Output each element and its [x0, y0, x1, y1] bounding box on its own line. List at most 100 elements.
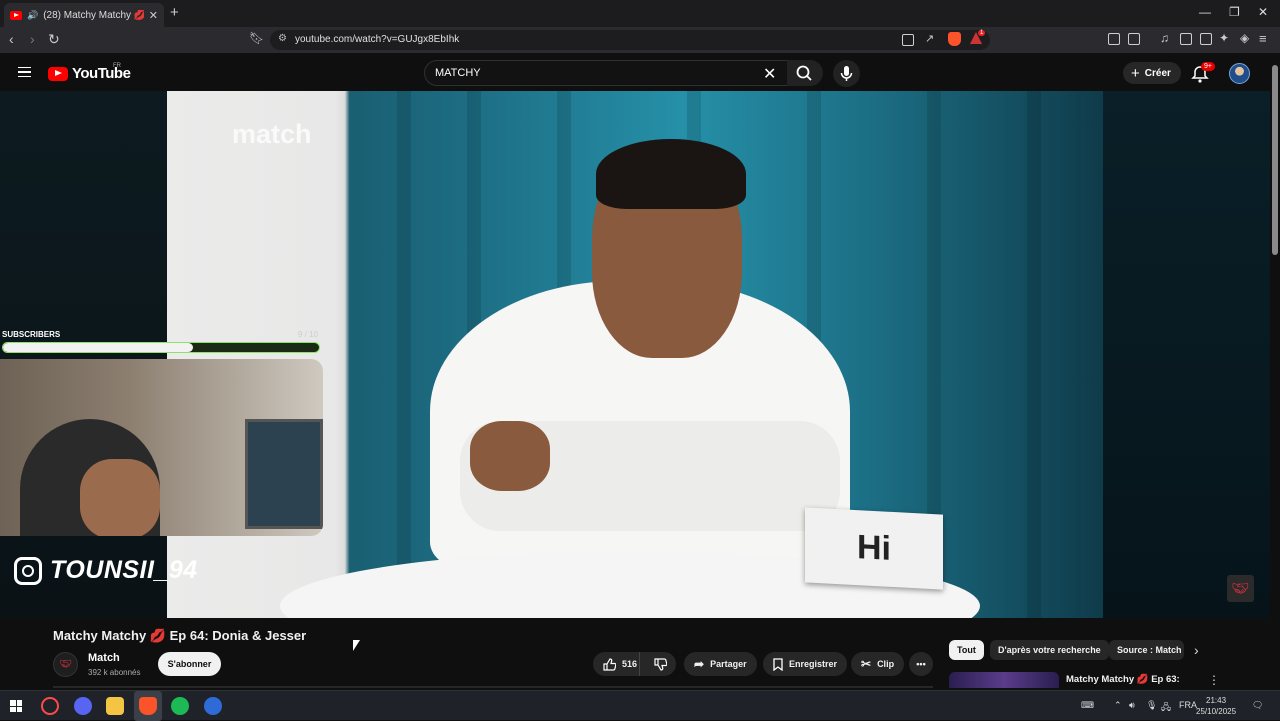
recommendation-thumbnail[interactable]: [949, 672, 1059, 688]
recommendation-menu-icon[interactable]: ⋮: [1208, 673, 1220, 687]
leo-ai-icon[interactable]: ✦: [1219, 31, 1229, 45]
like-button[interactable]: 516: [593, 652, 640, 676]
hamburger-menu-icon[interactable]: [18, 67, 31, 77]
browser-toolbar: ‹ › ↻ 🔖︎ ⚙︎ youtube.com/watch?v=GUJgx8Eb…: [0, 27, 1280, 53]
site-settings-icon[interactable]: ⚙︎: [278, 33, 287, 44]
menu-icon[interactable]: ≡: [1259, 31, 1267, 46]
speaker-icon: 🔊: [27, 9, 39, 20]
back-icon[interactable]: ‹: [9, 31, 14, 47]
keyboard-icon[interactable]: ⌨: [1081, 700, 1094, 711]
scrollbar-thumb[interactable]: [1272, 65, 1278, 255]
recommendation-title[interactable]: Matchy Matchy 💋 Ep 63: Mayssa & Nour: [1066, 673, 1186, 688]
clock-time: 21:43: [1206, 696, 1227, 705]
subscribers-progress-bar: [2, 342, 320, 353]
clock-date: 25/10/2025: [1196, 707, 1237, 716]
country-code: FR: [113, 63, 121, 69]
channel-subscribers: 392 k abonnés: [88, 668, 141, 677]
video-watermark: match: [232, 119, 312, 149]
close-window-button[interactable]: ✕: [1258, 5, 1268, 19]
webcam-face: [80, 459, 160, 536]
discord-icon[interactable]: [74, 697, 92, 715]
share-button[interactable]: ➦ Partager: [684, 652, 757, 676]
brave-shields-icon[interactable]: [948, 32, 961, 46]
channel-avatar[interactable]: 🤝︎: [53, 652, 78, 677]
browser-tab[interactable]: 🔊 (28) Matchy Matchy 💋 Ep 64: Donia & Je…: [4, 3, 164, 27]
crypto-wallet-icon[interactable]: [1200, 33, 1212, 45]
cast-icon[interactable]: [902, 34, 914, 46]
chip-from-search[interactable]: D'après votre recherche: [990, 640, 1109, 660]
mic-tray-icon[interactable]: 🎙︎: [1146, 700, 1157, 711]
user-avatar[interactable]: [1229, 63, 1250, 84]
create-label: Créer: [1144, 67, 1171, 79]
create-button[interactable]: + Créer: [1123, 62, 1181, 84]
media-icon[interactable]: ♫: [1160, 31, 1169, 45]
streamer-webcam: [0, 359, 323, 536]
search-input[interactable]: MATCHY ✕: [424, 60, 788, 86]
table-card: Hi: [805, 507, 943, 590]
brave-browser-icon[interactable]: [139, 697, 157, 715]
page-scrollbar[interactable]: [1270, 53, 1280, 688]
lips-emoji: 💋: [149, 628, 167, 643]
person-hair: [596, 139, 746, 209]
instagram-overlay: TOUNSII_94: [14, 556, 198, 585]
save-button[interactable]: Enregistrer: [763, 652, 848, 676]
voice-search-button[interactable]: [833, 60, 860, 87]
video-title-suffix: Ep 64: Donia & Jesser: [169, 628, 307, 643]
vpn-icon[interactable]: ◈: [1240, 31, 1249, 45]
windows-start-icon[interactable]: [10, 700, 22, 712]
share-icon[interactable]: ↗: [925, 32, 934, 45]
channel-name[interactable]: Match: [88, 652, 120, 664]
app-icon-blue[interactable]: [204, 697, 222, 715]
more-actions-button[interactable]: •••: [909, 652, 933, 676]
clip-button[interactable]: ✂ Clip: [851, 652, 905, 676]
save-bookmark-icon: [773, 657, 783, 671]
dislike-button[interactable]: [646, 657, 676, 671]
minimize-button[interactable]: —: [1199, 5, 1211, 19]
bookmark-icon[interactable]: 🔖︎: [249, 31, 264, 45]
thumbs-up-icon: [603, 657, 616, 671]
share-arrow-icon: ➦: [694, 657, 705, 671]
youtube-favicon-icon: [10, 10, 22, 20]
plus-icon: +: [1131, 64, 1140, 82]
thumbs-down-icon: [654, 657, 668, 671]
close-tab-icon[interactable]: ✕: [149, 9, 158, 22]
reload-icon[interactable]: ↻: [48, 31, 60, 48]
mouse-cursor-icon: [353, 640, 360, 651]
subscribers-count: 9 / 10: [297, 330, 318, 339]
search-icon: [796, 65, 812, 81]
spotify-icon[interactable]: [171, 697, 189, 715]
address-bar[interactable]: ⚙︎ youtube.com/watch?v=GUJgx8EbIhk ↗ 1: [270, 30, 990, 50]
file-explorer-icon[interactable]: [106, 697, 124, 715]
forward-icon[interactable]: ›: [30, 31, 35, 47]
new-tab-button[interactable]: +: [170, 4, 179, 21]
subscribe-button[interactable]: S'abonner: [158, 652, 221, 676]
sidebar-icon[interactable]: [1180, 33, 1192, 45]
microphone-icon: [840, 66, 853, 81]
search-value: MATCHY: [435, 67, 481, 79]
url-text: youtube.com/watch?v=GUJgx8EbIhk: [295, 34, 460, 45]
network-icon[interactable]: 🖧︎: [1161, 700, 1171, 716]
video-player[interactable]: match Hi SUBSCRIBERS 9 / 10 TOUNSII_94 🤝…: [0, 91, 1270, 618]
chevron-right-icon[interactable]: ›: [1194, 642, 1199, 658]
taskbar-clock[interactable]: 21:43 25/10/2025: [1196, 695, 1236, 717]
chip-source-match[interactable]: Source : Match: [1109, 640, 1184, 660]
notification-center-icon[interactable]: 🗨︎: [1252, 700, 1263, 711]
search-button[interactable]: [787, 60, 823, 86]
share-label: Partager: [710, 659, 747, 669]
clear-search-icon[interactable]: ✕: [763, 64, 776, 84]
webcam-monitor: [245, 419, 323, 529]
chip-all[interactable]: Tout: [949, 640, 984, 660]
channel-watermark-icon[interactable]: 🤝︎: [1227, 575, 1254, 602]
instagram-handle: TOUNSII_94: [50, 556, 198, 584]
app-icon-red[interactable]: [41, 697, 59, 715]
maximize-button[interactable]: ❐: [1229, 5, 1240, 19]
clip-label: Clip: [877, 659, 895, 669]
tray-chevron-icon[interactable]: ⌃: [1114, 700, 1122, 711]
instagram-icon: [14, 556, 42, 585]
wallet-icon[interactable]: [1128, 33, 1140, 45]
video-title: Matchy Matchy 💋 Ep 64: Donia & Jesser: [53, 628, 306, 644]
tab-title: (28) Matchy Matchy 💋 Ep 64: Donia & Jess…: [43, 9, 144, 21]
extensions-icon[interactable]: [1108, 33, 1120, 45]
language-indicator[interactable]: FRA: [1179, 700, 1197, 710]
volume-icon[interactable]: 🔊︎: [1129, 700, 1135, 711]
